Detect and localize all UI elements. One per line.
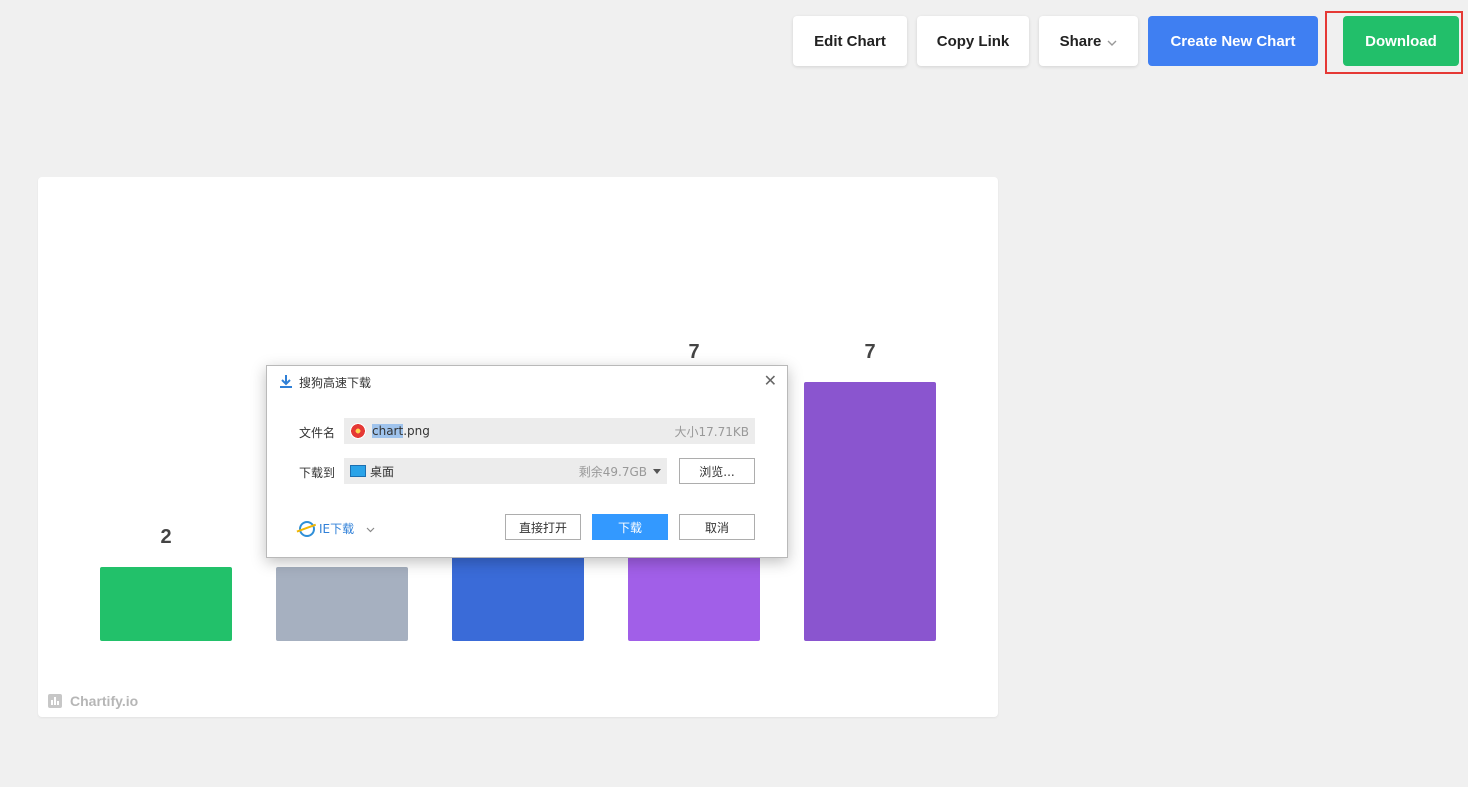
- share-button[interactable]: Share: [1039, 16, 1138, 66]
- download-arrow-icon: [279, 374, 293, 388]
- dialog-download-button[interactable]: 下载: [592, 514, 668, 540]
- browse-label: 浏览...: [699, 464, 735, 479]
- copy-link-label: Copy Link: [936, 32, 1010, 50]
- ie-download-label: IE下载: [319, 522, 355, 536]
- dropdown-caret-icon: [653, 468, 661, 474]
- edit-chart-label: Edit Chart: [814, 32, 886, 50]
- edit-chart-button[interactable]: Edit Chart: [793, 16, 907, 66]
- filename-label: 文件名: [299, 426, 336, 440]
- open-directly-label: 直接打开: [518, 520, 567, 535]
- bar-2: [276, 567, 408, 641]
- chevron-down-icon: [366, 522, 375, 536]
- dialog-download-label: 下载: [617, 520, 642, 535]
- save-to-label: 下载到: [299, 466, 336, 480]
- download-dialog: 搜狗高速下载 ✕ 文件名 chart .png 大小17.71KB 下载到 桌面 …: [266, 365, 788, 558]
- desktop-icon: [350, 465, 366, 477]
- create-new-chart-label: Create New Chart: [1170, 32, 1296, 50]
- filename-extension: .png: [403, 424, 430, 438]
- create-new-chart-button[interactable]: Create New Chart: [1148, 16, 1318, 66]
- copy-link-button[interactable]: Copy Link: [917, 16, 1029, 66]
- ie-download-link[interactable]: IE下载: [299, 520, 375, 537]
- data-label-4: 7: [688, 341, 699, 363]
- bar-5: [804, 382, 936, 641]
- watermark-text: Chartify.io: [70, 693, 139, 709]
- chartify-watermark: Chartify.io: [48, 693, 138, 709]
- file-size: 大小17.71KB: [674, 424, 749, 439]
- data-label-1: 2: [160, 526, 171, 548]
- file-icon: [350, 423, 366, 439]
- ie-browser-icon: [299, 520, 315, 537]
- bar-1: [100, 567, 232, 641]
- save-location-select[interactable]: 桌面 剩余49.7GB: [344, 458, 667, 484]
- chevron-down-icon: [1107, 33, 1117, 50]
- filename-field[interactable]: chart .png 大小17.71KB: [344, 418, 755, 444]
- download-highlight-box: [1325, 11, 1463, 74]
- save-location-value: 桌面: [370, 464, 395, 479]
- dialog-title: 搜狗高速下载: [299, 376, 372, 390]
- cancel-label: 取消: [704, 520, 729, 535]
- data-label-5: 7: [864, 341, 875, 363]
- filename-selected-text: chart: [372, 424, 404, 438]
- chart-logo-icon: [48, 694, 62, 708]
- share-label: Share: [1059, 32, 1102, 50]
- open-directly-button[interactable]: 直接打开: [505, 514, 581, 540]
- browse-button[interactable]: 浏览...: [679, 458, 755, 484]
- close-icon[interactable]: ✕: [764, 371, 777, 390]
- free-space: 剩余49.7GB: [578, 464, 647, 479]
- cancel-button[interactable]: 取消: [679, 514, 755, 540]
